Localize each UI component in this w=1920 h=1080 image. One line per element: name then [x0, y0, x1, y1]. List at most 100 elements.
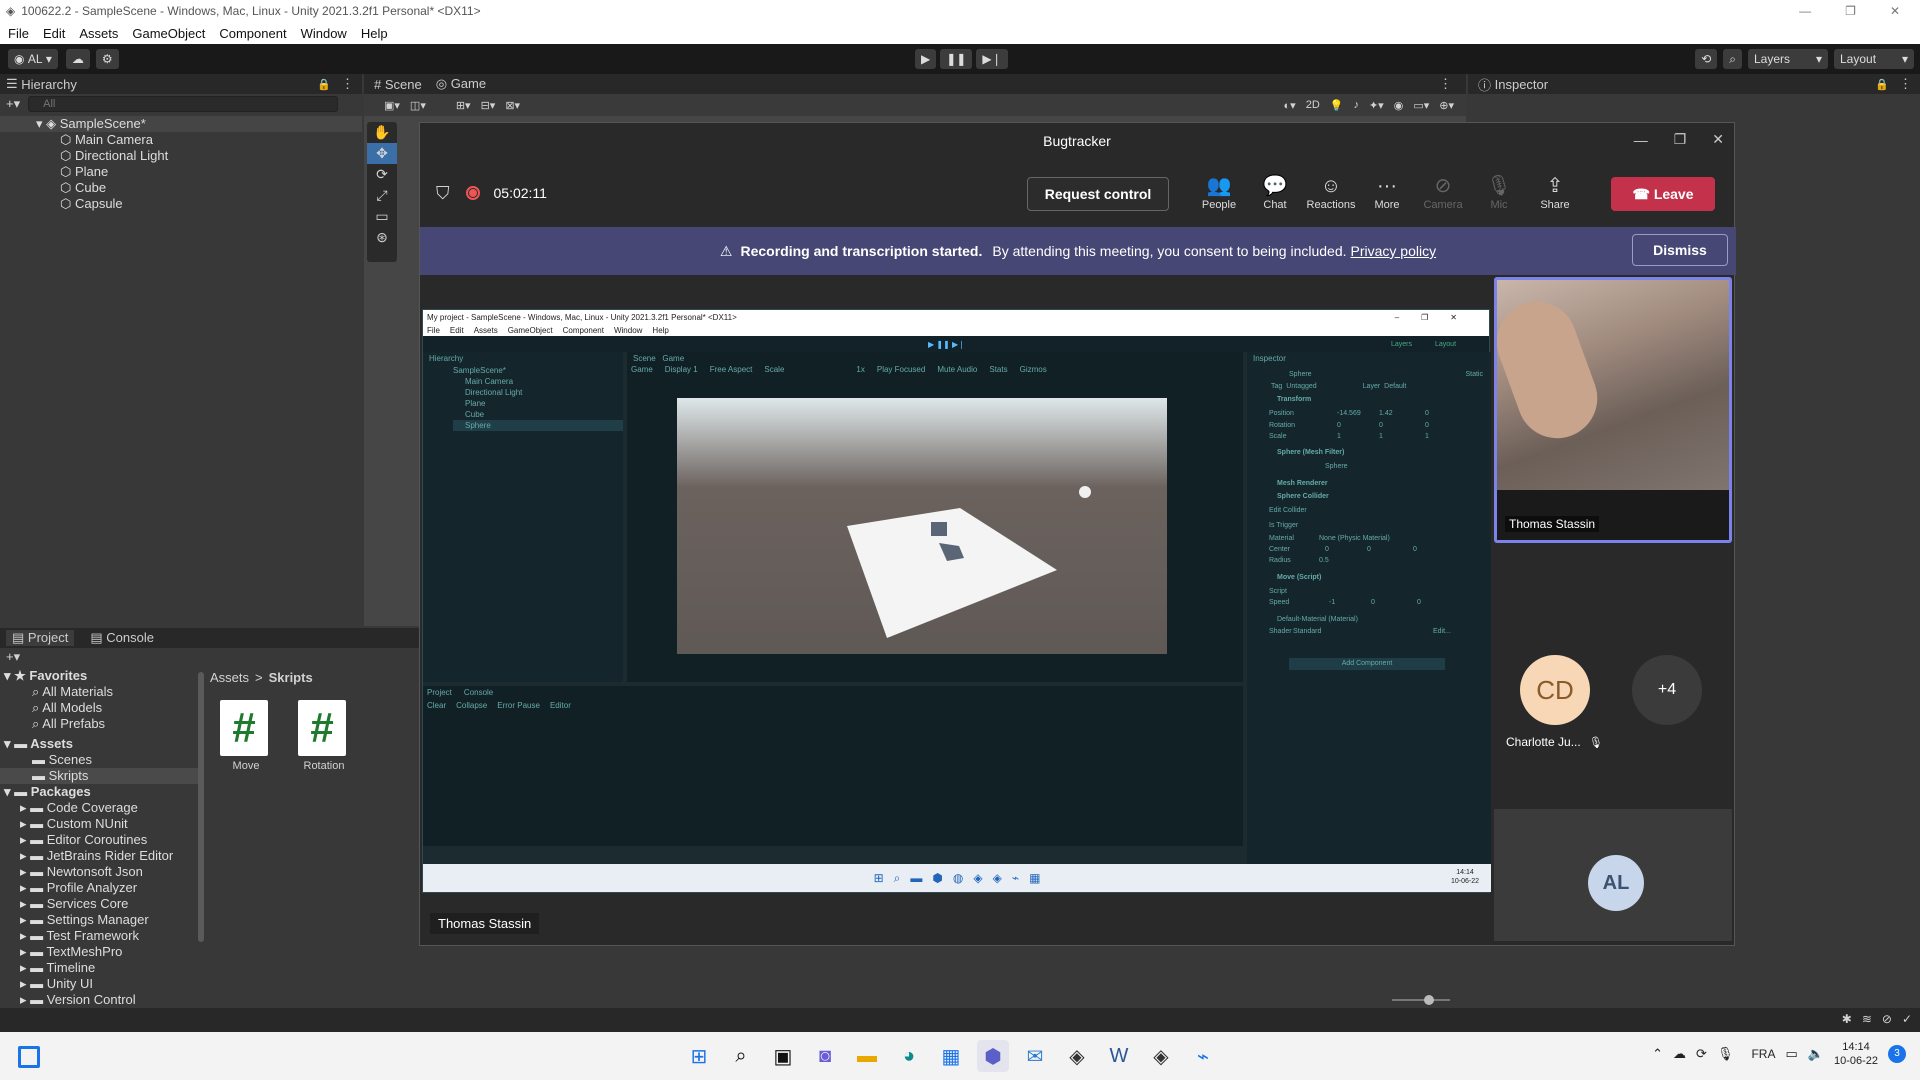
- tab-console[interactable]: ▤ Console: [90, 630, 154, 646]
- zoom-slider[interactable]: [1392, 995, 1450, 1005]
- start-icon[interactable]: ⊞: [683, 1040, 715, 1072]
- list-item[interactable]: ▸ ▬ Services Core: [0, 896, 198, 912]
- sync-icon[interactable]: ⟳: [1696, 1046, 1707, 1062]
- vscode-icon[interactable]: ⌁: [1187, 1040, 1219, 1072]
- list-item[interactable]: ▸ ▬ Code Coverage: [0, 800, 198, 816]
- script-file[interactable]: # Move: [220, 700, 272, 772]
- grid-snap-icon[interactable]: ⊟▾: [481, 99, 496, 112]
- stack-icon[interactable]: ≋: [1862, 1012, 1872, 1026]
- rect-tool-icon[interactable]: ▭: [367, 206, 397, 227]
- kebab-menu-icon[interactable]: ⋮: [1899, 76, 1912, 92]
- script-file[interactable]: # Rotation: [298, 700, 350, 772]
- menu-file[interactable]: File: [8, 26, 29, 41]
- camera-icon[interactable]: ▭▾: [1413, 99, 1429, 112]
- layout-dropdown[interactable]: Layout ▾: [1834, 49, 1914, 69]
- hierarchy-item[interactable]: ⬡ Capsule: [0, 196, 362, 212]
- chevron-up-icon[interactable]: ⌃: [1652, 1046, 1663, 1062]
- menu-edit[interactable]: Edit: [43, 26, 65, 41]
- maximize-icon[interactable]: ❐: [1845, 4, 1856, 18]
- menu-assets[interactable]: Assets: [79, 26, 118, 41]
- menu-help[interactable]: Help: [361, 26, 388, 41]
- edge-icon[interactable]: ◕: [893, 1040, 925, 1072]
- hierarchy-item[interactable]: ⬡ Main Camera: [0, 132, 362, 148]
- hierarchy-tab[interactable]: Hierarchy: [21, 77, 77, 92]
- video-tile[interactable]: Thomas Stassin: [1494, 277, 1732, 543]
- tab-game[interactable]: ◎ Game: [436, 76, 486, 92]
- kebab-menu-icon[interactable]: ⋮: [341, 76, 354, 92]
- shield-icon[interactable]: ⛉: [436, 183, 450, 204]
- widgets-icon[interactable]: [18, 1046, 40, 1068]
- list-item[interactable]: ⌕ All Prefabs: [0, 716, 198, 732]
- breadcrumb-skripts[interactable]: Skripts: [269, 670, 313, 685]
- list-item[interactable]: ▸ ▬ Editor Coroutines: [0, 832, 198, 848]
- list-item[interactable]: ▬ Skripts: [0, 768, 198, 784]
- minimize-icon[interactable]: —: [1799, 4, 1811, 18]
- scale-tool-icon[interactable]: ⤢: [367, 185, 397, 206]
- word-icon[interactable]: W: [1103, 1040, 1135, 1072]
- inspector-tab[interactable]: Inspector: [1495, 77, 1548, 92]
- mode-2d-button[interactable]: 2D: [1306, 99, 1320, 111]
- lock-icon[interactable]: 🔒: [1875, 78, 1889, 91]
- lock-icon[interactable]: 🔒: [317, 78, 331, 91]
- menu-gameobject[interactable]: GameObject: [132, 26, 205, 41]
- unity-hub-icon[interactable]: ◈: [1061, 1040, 1093, 1072]
- move-tool-icon[interactable]: ✥: [367, 143, 397, 164]
- cloud-icon[interactable]: ☁: [1673, 1046, 1686, 1062]
- lighting-icon[interactable]: 💡: [1330, 99, 1344, 112]
- clock[interactable]: 14:14 10-06-22: [1834, 1040, 1878, 1068]
- collab-button[interactable]: ⚙: [95, 49, 119, 69]
- scene-root[interactable]: ▾ ◈ SampleScene*: [0, 116, 362, 132]
- favorites-header[interactable]: ▾ ★ Favorites: [0, 668, 198, 684]
- history-button[interactable]: ⟲: [1695, 49, 1718, 69]
- hierarchy-item[interactable]: ⬡ Plane: [0, 164, 362, 180]
- list-item[interactable]: ▸ ▬ Settings Manager: [0, 912, 198, 928]
- tab-project[interactable]: ▤ Project: [6, 630, 75, 646]
- snap-icon[interactable]: ⊞▾: [456, 99, 471, 112]
- close-icon[interactable]: ✕: [1890, 4, 1900, 18]
- list-item[interactable]: ▸ ▬ Unity UI: [0, 976, 198, 992]
- increment-icon[interactable]: ⊠▾: [505, 99, 520, 112]
- task-view-icon[interactable]: ▣: [767, 1040, 799, 1072]
- menu-window[interactable]: Window: [301, 26, 347, 41]
- people-button[interactable]: 👥 People: [1192, 173, 1246, 211]
- store-icon[interactable]: ▦: [935, 1040, 967, 1072]
- assets-header[interactable]: ▾ ▬ Assets: [0, 736, 198, 752]
- request-control-button[interactable]: Request control: [1027, 177, 1169, 211]
- breadcrumb-assets[interactable]: Assets: [210, 670, 249, 685]
- list-item[interactable]: ▸ ▬ TextMeshPro: [0, 944, 198, 960]
- camera-button[interactable]: ⊘ Camera: [1416, 173, 1470, 211]
- language-indicator[interactable]: FRA: [1751, 1047, 1775, 1061]
- list-item[interactable]: ▬ Scenes: [0, 752, 198, 768]
- pause-button[interactable]: ❚❚: [940, 49, 973, 69]
- list-item[interactable]: ⌕ All Materials: [0, 684, 198, 700]
- reactions-button[interactable]: ☺ Reactions: [1304, 173, 1358, 211]
- file-explorer-icon[interactable]: ▬: [851, 1040, 883, 1072]
- dismiss-button[interactable]: Dismiss: [1632, 234, 1728, 266]
- share-button[interactable]: ⇪ Share: [1528, 173, 1582, 211]
- search-icon[interactable]: ⌕: [725, 1040, 757, 1072]
- add-icon[interactable]: +▾: [6, 649, 20, 665]
- chat-icon[interactable]: ◙: [809, 1040, 841, 1072]
- more-button[interactable]: ··· More: [1360, 173, 1414, 211]
- kebab-menu-icon[interactable]: ⋮: [1439, 76, 1452, 92]
- list-item[interactable]: ▸ ▬ Version Control: [0, 992, 198, 1008]
- unity-icon[interactable]: ◈: [1145, 1040, 1177, 1072]
- hierarchy-item[interactable]: ⬡ Cube: [0, 180, 362, 196]
- list-item[interactable]: ▸ ▬ Timeline: [0, 960, 198, 976]
- chat-button[interactable]: 💬 Chat: [1248, 173, 1302, 211]
- list-item[interactable]: ▸ ▬ JetBrains Rider Editor: [0, 848, 198, 864]
- network-icon[interactable]: ▭: [1785, 1046, 1797, 1062]
- volume-icon[interactable]: 🔈: [1808, 1046, 1824, 1062]
- mic-button[interactable]: 🎙 Mic: [1472, 173, 1526, 211]
- layers-dropdown[interactable]: Layers ▾: [1748, 49, 1828, 69]
- project-scrollbar[interactable]: [198, 672, 204, 942]
- audio-icon[interactable]: ♪: [1353, 99, 1359, 111]
- hierarchy-item[interactable]: ⬡ Directional Light: [0, 148, 362, 164]
- hand-tool-icon[interactable]: ✋: [367, 122, 397, 143]
- privacy-policy-link[interactable]: Privacy policy: [1351, 243, 1437, 259]
- leave-button[interactable]: ☎ Leave: [1611, 177, 1715, 211]
- maximize-icon[interactable]: ❐: [1674, 131, 1687, 148]
- rotate-tool-icon[interactable]: ⟳: [367, 164, 397, 185]
- list-item[interactable]: ⌕ All Models: [0, 700, 198, 716]
- self-avatar[interactable]: AL: [1588, 855, 1644, 911]
